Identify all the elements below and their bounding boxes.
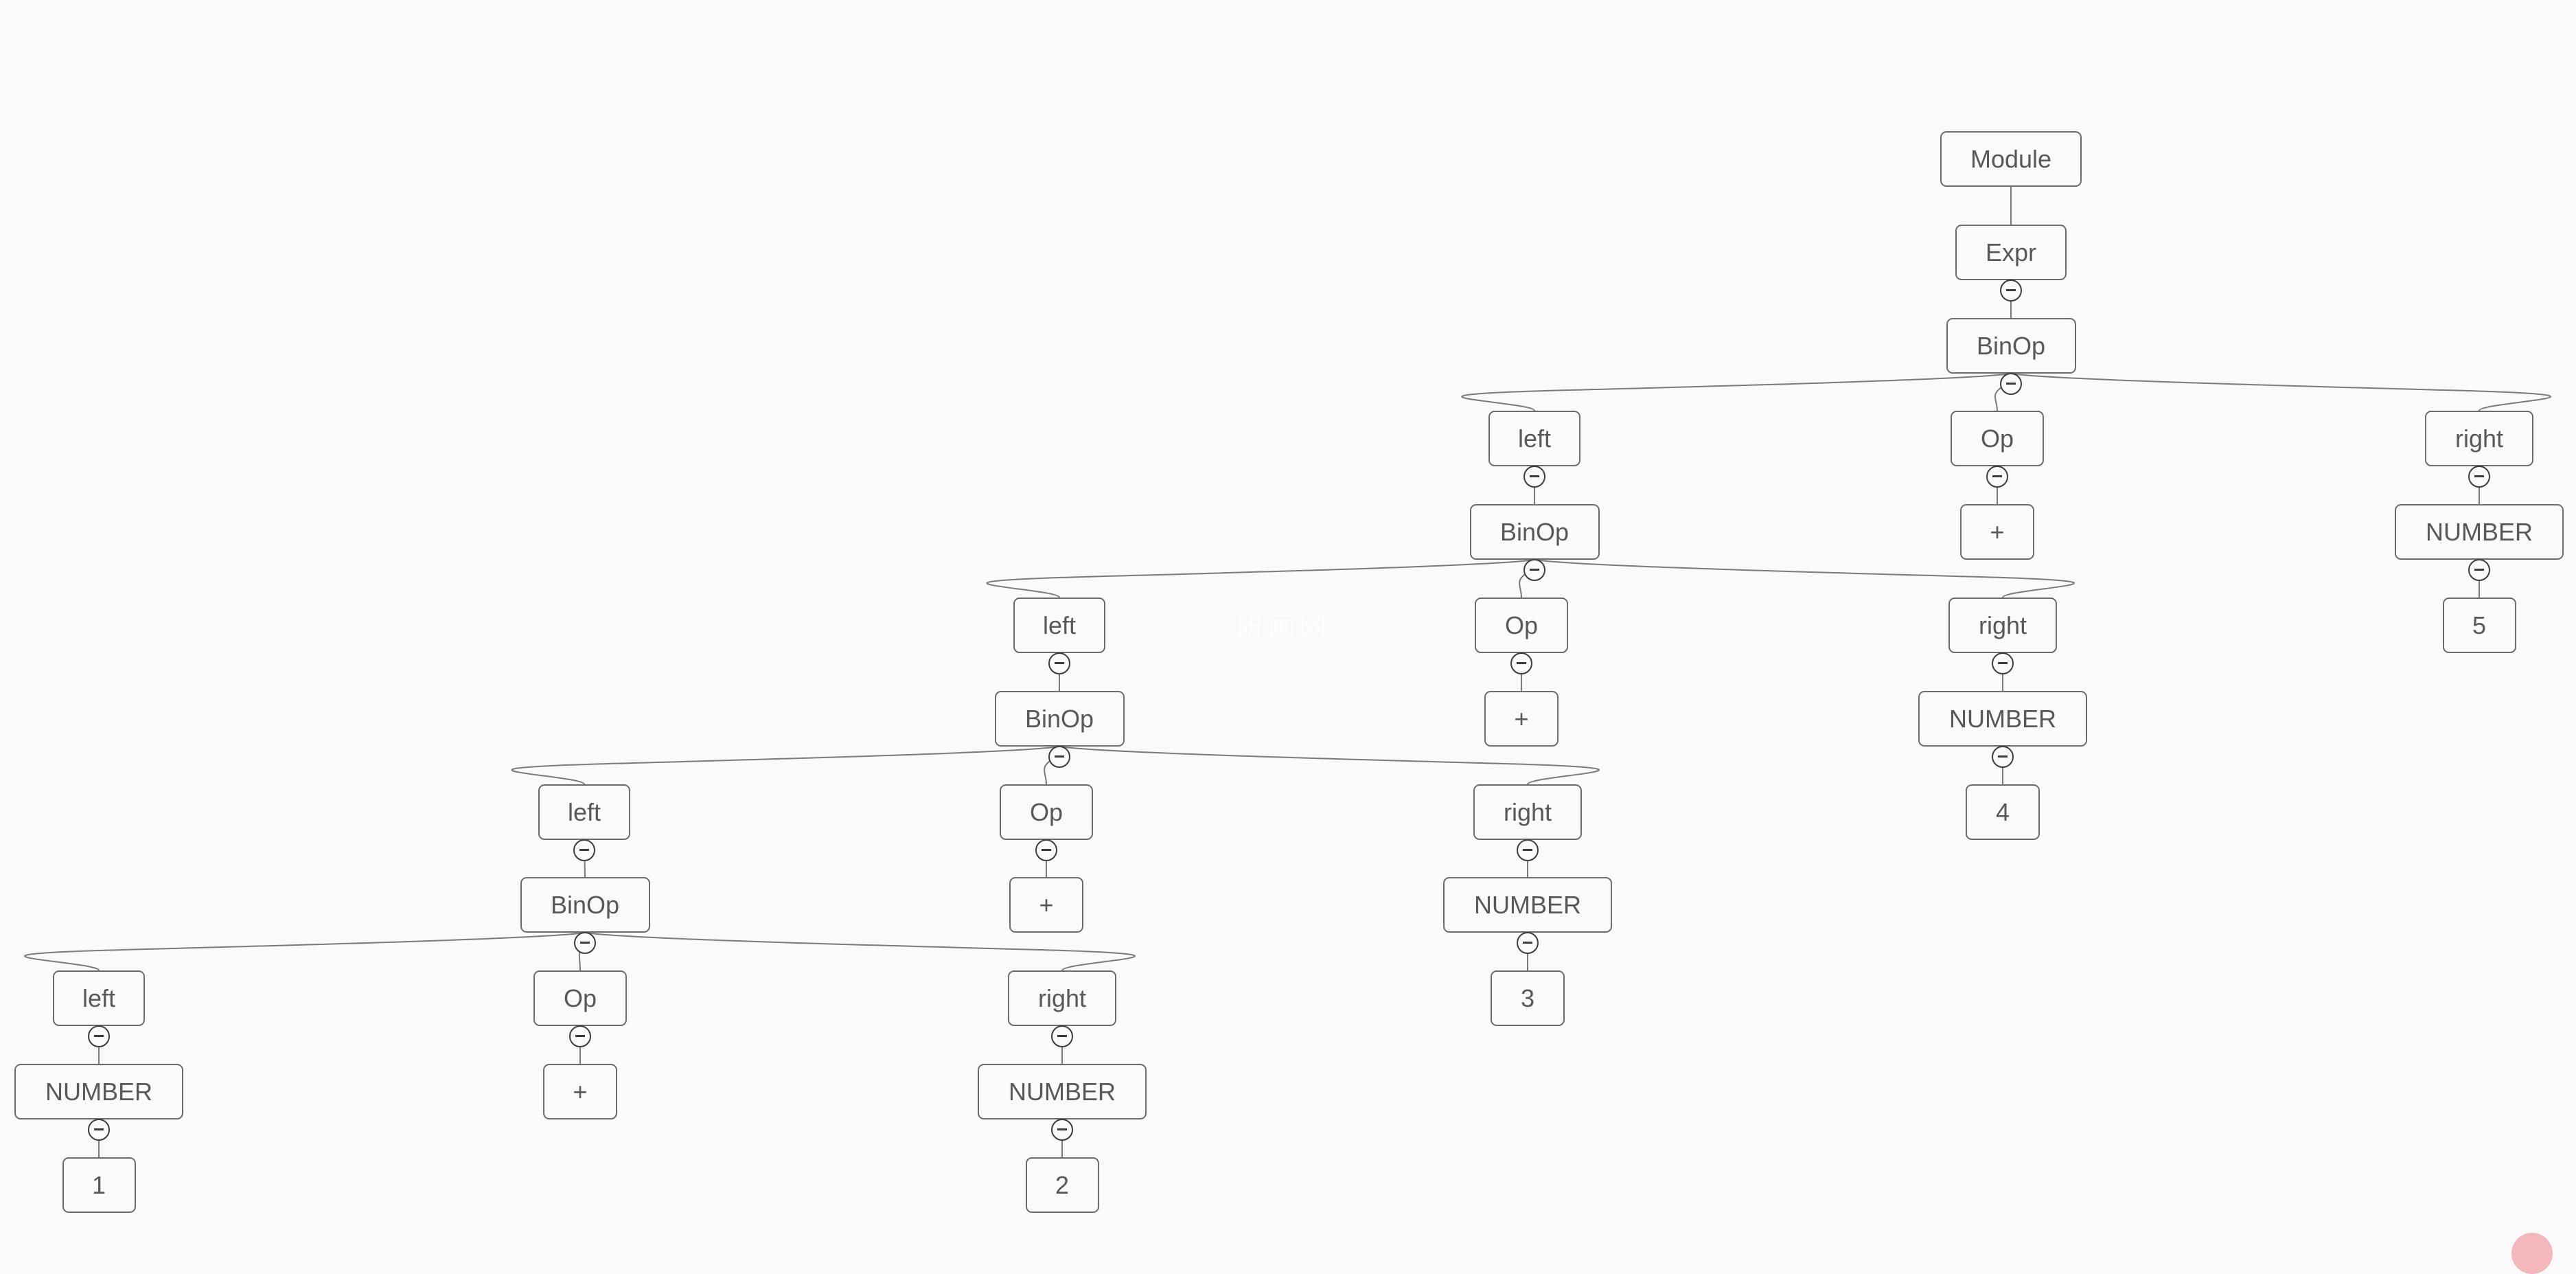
collapse-minus-icon[interactable] — [1986, 466, 2008, 488]
node-label: NUMBER — [1473, 890, 1581, 919]
tree-node-op[interactable]: Op — [533, 970, 627, 1026]
collapse-minus-icon[interactable] — [1048, 746, 1070, 768]
tree-node-1[interactable]: 1 — [62, 1157, 136, 1213]
tree-node-right[interactable]: right — [1008, 970, 1116, 1026]
tree-edge — [1534, 559, 2075, 598]
node-label: Op — [1980, 424, 2014, 453]
node-label: 4 — [1995, 797, 2010, 826]
tree-node-4[interactable]: 4 — [1966, 784, 2040, 840]
node-label: BinOp — [1976, 331, 2046, 360]
node-label: left — [567, 797, 601, 826]
tree-node-right[interactable]: right — [1948, 598, 2057, 653]
node-label: right — [1037, 983, 1087, 1012]
node-label: left — [1042, 611, 1077, 639]
tree-node-op[interactable]: Op — [1000, 784, 1093, 840]
node-label: left — [1517, 424, 1552, 453]
tree-node-number[interactable]: NUMBER — [978, 1064, 1147, 1119]
node-label: Module — [1970, 144, 2052, 173]
collapse-minus-icon[interactable] — [1051, 1025, 1073, 1047]
tree-node-right[interactable]: right — [2425, 411, 2533, 466]
collapse-minus-icon[interactable] — [2468, 466, 2490, 488]
tree-edge — [584, 932, 1136, 971]
tree-node-number[interactable]: NUMBER — [14, 1064, 183, 1119]
tree-edge — [2010, 373, 2551, 411]
node-label: + — [1039, 890, 1054, 919]
node-label: + — [1990, 517, 2005, 546]
tree-node-plus[interactable]: + — [1009, 877, 1083, 933]
tree-node-left[interactable]: left — [1013, 598, 1105, 653]
collapse-minus-icon[interactable] — [88, 1025, 110, 1047]
tree-node-binop[interactable]: BinOp — [1469, 504, 1600, 560]
tree-node-expr[interactable]: Expr — [1955, 225, 2067, 280]
tree-node-number[interactable]: NUMBER — [1443, 877, 1612, 933]
tree-node-binop[interactable]: BinOp — [520, 877, 650, 933]
tree-node-number[interactable]: NUMBER — [2395, 504, 2564, 560]
collapse-minus-icon[interactable] — [88, 1119, 110, 1141]
collapse-minus-icon[interactable] — [1051, 1119, 1073, 1141]
node-label: BinOp — [1499, 517, 1569, 546]
node-label: NUMBER — [1008, 1077, 1116, 1106]
tree-node-plus[interactable]: + — [1484, 691, 1559, 747]
tree-node-left[interactable]: left — [53, 970, 145, 1026]
tree-edge — [24, 932, 586, 971]
tree-canvas[interactable]: Module Expr BinOp left BinOp left BinOp left Bin… — [0, 0, 2576, 1274]
collapse-minus-icon[interactable] — [569, 1025, 591, 1047]
collapse-minus-icon[interactable] — [2468, 559, 2490, 581]
collapse-minus-icon[interactable] — [1517, 839, 1539, 861]
tree-node-module[interactable]: Module — [1940, 131, 2082, 187]
tree-node-plus[interactable]: + — [543, 1064, 617, 1119]
collapse-minus-icon[interactable] — [574, 932, 596, 954]
tree-node-left[interactable]: left — [538, 784, 630, 840]
tree-node-op[interactable]: Op — [1951, 411, 2044, 466]
node-label: right — [1503, 797, 1552, 826]
tree-edge — [511, 746, 1060, 785]
node-label: right — [2454, 424, 2504, 453]
floating-action-button[interactable] — [2511, 1233, 2553, 1274]
tree-node-left[interactable]: left — [1488, 411, 1580, 466]
tree-edge — [1059, 746, 1600, 785]
tree-node-binop[interactable]: BinOp — [1946, 318, 2076, 374]
node-label: Op — [1504, 611, 1539, 639]
node-label: BinOp — [1024, 704, 1094, 733]
collapse-minus-icon[interactable] — [573, 839, 595, 861]
tree-node-2[interactable]: 2 — [1025, 1157, 1099, 1213]
tree-node-right[interactable]: right — [1473, 784, 1582, 840]
node-label: 3 — [1520, 983, 1535, 1012]
node-label: + — [573, 1077, 588, 1106]
node-label: right — [1978, 611, 2027, 639]
node-label: left — [82, 983, 116, 1012]
tree-edge — [986, 559, 1535, 598]
tree-node-5[interactable]: 5 — [2442, 598, 2516, 653]
node-label: Op — [563, 983, 597, 1012]
tree-node-number[interactable]: NUMBER — [1918, 691, 2087, 747]
node-label: NUMBER — [45, 1077, 152, 1106]
node-label: NUMBER — [1948, 704, 2056, 733]
collapse-minus-icon[interactable] — [1992, 746, 2014, 768]
collapse-minus-icon[interactable] — [1517, 932, 1539, 954]
tree-node-plus[interactable]: + — [1960, 504, 2034, 560]
collapse-minus-icon[interactable] — [1035, 839, 1057, 861]
tree-node-3[interactable]: 3 — [1491, 970, 1565, 1026]
collapse-minus-icon[interactable] — [1048, 652, 1070, 674]
collapse-minus-icon[interactable] — [1992, 652, 2014, 674]
collapse-minus-icon[interactable] — [1523, 559, 1545, 581]
node-label: 1 — [91, 1170, 106, 1199]
tree-node-op[interactable]: Op — [1475, 598, 1568, 653]
collapse-minus-icon[interactable] — [2000, 373, 2022, 395]
tree-edge — [1461, 373, 2012, 411]
collapse-minus-icon[interactable] — [1510, 652, 1532, 674]
collapse-minus-icon[interactable] — [2000, 280, 2022, 302]
node-label: 5 — [2472, 611, 2487, 639]
node-label: NUMBER — [2425, 517, 2533, 546]
node-label: BinOp — [550, 890, 620, 919]
node-label: Op — [1029, 797, 1063, 826]
watermark: 研画网 — [1236, 611, 1331, 643]
tree-node-binop[interactable]: BinOp — [994, 691, 1125, 747]
node-label: + — [1514, 704, 1529, 733]
collapse-minus-icon[interactable] — [1523, 466, 1545, 488]
node-label: Expr — [1985, 238, 2037, 266]
node-label: 2 — [1055, 1170, 1070, 1199]
